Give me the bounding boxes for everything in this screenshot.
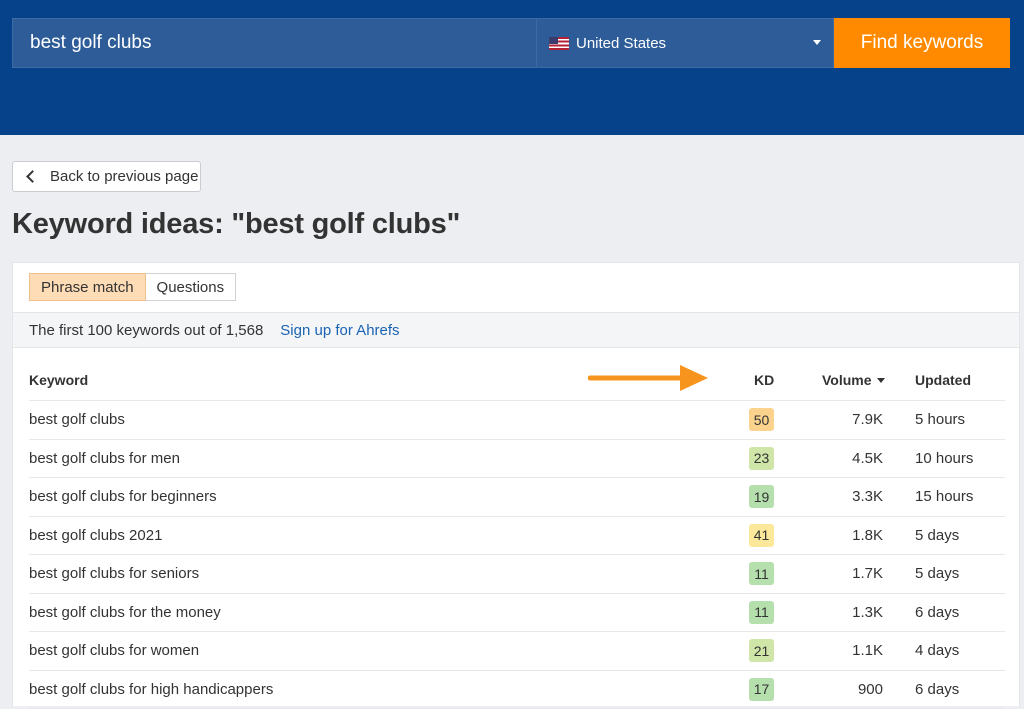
signup-link[interactable]: Sign up for Ahrefs	[280, 322, 399, 339]
header-keyword[interactable]: Keyword	[29, 372, 88, 388]
keyword-cell[interactable]: best golf clubs 2021	[29, 527, 162, 544]
tab-phrase-match[interactable]: Phrase match	[29, 273, 146, 301]
keyword-cell[interactable]: best golf clubs for seniors	[29, 565, 199, 582]
table-row[interactable]: best golf clubs for men 23 4.5K 10 hours	[29, 440, 1005, 479]
keyword-cell[interactable]: best golf clubs for beginners	[29, 488, 217, 505]
table-row[interactable]: best golf clubs for the money 11 1.3K 6 day…	[29, 594, 1005, 633]
back-label: Back to previous page	[50, 168, 198, 185]
country-select[interactable]: United States	[536, 18, 834, 68]
kd-badge: 17	[749, 678, 774, 701]
kd-badge: 41	[749, 524, 774, 547]
keywords-table: Keyword KD Volume Updated best golf club…	[29, 362, 1005, 709]
chevron-left-icon	[26, 170, 39, 183]
updated-cell: 6 days	[915, 681, 959, 698]
match-tabs: Phrase match Questions	[29, 273, 236, 301]
header-updated[interactable]: Updated	[915, 372, 971, 388]
header-volume[interactable]: Volume	[822, 372, 885, 388]
table-row[interactable]: best golf clubs for beginners 19 3.3K 15 ho…	[29, 478, 1005, 517]
search-bar: United States Find keywords	[12, 18, 1010, 68]
find-keywords-button[interactable]: Find keywords	[834, 18, 1010, 68]
sort-desc-icon	[877, 378, 885, 383]
volume-cell: 1.7K	[852, 565, 883, 582]
country-label: United States	[576, 35, 666, 52]
table-row[interactable]: best golf clubs for seniors 11 1.7K 5 days	[29, 555, 1005, 594]
keyword-input[interactable]	[12, 18, 536, 68]
table-row[interactable]: best golf clubs for women 21 1.1K 4 days	[29, 632, 1005, 671]
kd-badge: 21	[749, 639, 774, 662]
page-title: Keyword ideas: "best golf clubs"	[12, 208, 460, 241]
chevron-down-icon	[813, 40, 821, 45]
keyword-cell[interactable]: best golf clubs	[29, 411, 125, 428]
table-row[interactable]: best golf clubs for high handicappers 17 9…	[29, 671, 1005, 709]
updated-cell: 4 days	[915, 642, 959, 659]
updated-cell: 6 days	[915, 604, 959, 621]
kd-badge: 50	[749, 408, 774, 431]
keyword-cell[interactable]: best golf clubs for women	[29, 642, 199, 659]
volume-cell: 4.5K	[852, 450, 883, 467]
updated-cell: 15 hours	[915, 488, 973, 505]
volume-cell: 1.8K	[852, 527, 883, 544]
tab-questions[interactable]: Questions	[146, 273, 237, 301]
updated-cell: 5 days	[915, 565, 959, 582]
table-row[interactable]: best golf clubs 2021 41 1.8K 5 days	[29, 517, 1005, 556]
volume-cell: 1.1K	[852, 642, 883, 659]
kd-badge: 11	[749, 601, 774, 624]
volume-cell: 1.3K	[852, 604, 883, 621]
info-strip: The first 100 keywords out of 1,568 Sign…	[13, 312, 1019, 348]
keyword-cell[interactable]: best golf clubs for the money	[29, 604, 221, 621]
volume-cell: 900	[858, 681, 883, 698]
back-button[interactable]: Back to previous page	[12, 161, 201, 192]
top-header: United States Find keywords	[0, 0, 1024, 135]
table-row[interactable]: best golf clubs 50 7.9K 5 hours	[29, 401, 1005, 440]
updated-cell: 10 hours	[915, 450, 973, 467]
keyword-cell[interactable]: best golf clubs for men	[29, 450, 180, 467]
kd-badge: 23	[749, 447, 774, 470]
updated-cell: 5 days	[915, 527, 959, 544]
table-body: best golf clubs507.9K5 hoursbest golf cl…	[29, 401, 1005, 709]
us-flag-icon	[549, 37, 569, 50]
header-volume-label: Volume	[822, 372, 872, 388]
keywords-panel: Phrase match Questions The first 100 key…	[12, 262, 1020, 706]
volume-cell: 7.9K	[852, 411, 883, 428]
keyword-cell[interactable]: best golf clubs for high handicappers	[29, 681, 273, 698]
volume-cell: 3.3K	[852, 488, 883, 505]
table-header: Keyword KD Volume Updated	[29, 362, 1005, 401]
kd-badge: 11	[749, 562, 774, 585]
results-summary: The first 100 keywords out of 1,568	[29, 322, 263, 339]
kd-badge: 19	[749, 485, 774, 508]
arrow-right-icon	[588, 363, 710, 393]
updated-cell: 5 hours	[915, 411, 965, 428]
header-kd[interactable]: KD	[754, 372, 774, 388]
